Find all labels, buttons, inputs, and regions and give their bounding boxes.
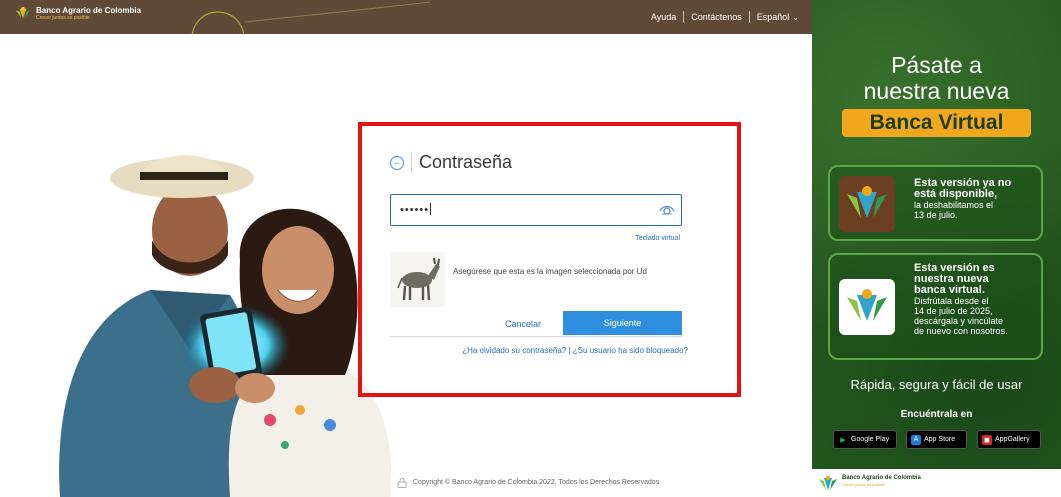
lock-icon <box>397 478 407 488</box>
page-title: Contraseña <box>419 152 513 172</box>
security-image-donkey <box>390 252 445 307</box>
brand-tagline: Crecer juntos es posible <box>36 15 90 21</box>
promo-brand-tagline: Crecer juntos es posible <box>842 482 885 487</box>
new-version-line4: Disfrútala desde el <box>914 296 989 306</box>
bank-logo-icon <box>847 186 887 218</box>
promo-find-label: Encuéntrala en <box>900 409 973 420</box>
new-version-line7: de nuevo con nosotros. <box>914 326 1008 336</box>
top-bar: Banco Agrario de Colombia Crecer juntos … <box>0 0 812 34</box>
copyright-text: Copyright © Banco Agrario de Colombia 20… <box>413 479 660 486</box>
new-version-line5: 14 de julio de 2025, <box>914 306 993 316</box>
old-app-icon <box>839 176 895 232</box>
promo-title: Pásate a nuestra nueva <box>812 52 1061 104</box>
login-card: ← Contraseña •••••• Teclado virtual Aseg… <box>388 148 688 368</box>
hero-photo <box>59 155 392 497</box>
link-separator: | <box>568 346 571 355</box>
promo-title-highlight: Banca Virtual <box>842 109 1031 137</box>
nav-divider <box>748 11 750 23</box>
app-store-label: App Store <box>924 436 956 443</box>
header-divider <box>411 152 412 173</box>
eye-icon[interactable] <box>659 203 675 217</box>
google-play-button[interactable]: ▶ Google Play <box>833 430 897 449</box>
footer: Copyright © Banco Agrario de Colombia 20… <box>397 477 659 488</box>
promo-footer-logo: Banco Agrario de Colombia Crecer juntos … <box>812 469 1061 497</box>
password-value[interactable]: •••••• <box>400 203 431 216</box>
language-selector[interactable]: Español ⌄ <box>757 12 799 22</box>
old-version-card: Esta versión ya no está disponible, la d… <box>828 165 1043 241</box>
security-image-row: Asegúrese que esta es la imagen seleccio… <box>390 252 682 308</box>
old-version-text: Esta versión ya no está disponible, la d… <box>914 178 1011 221</box>
old-version-line2: está disponible, <box>914 188 998 200</box>
bank-logo-icon <box>16 6 30 19</box>
security-image-caption: Asegúrese que esta es la imagen seleccio… <box>453 267 647 276</box>
card-header: ← Contraseña <box>390 152 512 173</box>
help-link[interactable]: Ayuda <box>651 12 676 22</box>
recovery-links: ¿Ha olvidado su contraseña? | ¿Su usuari… <box>462 346 688 355</box>
app-store-button[interactable]: A App Store <box>906 430 967 449</box>
old-version-line4: 13 de julio. <box>914 210 958 220</box>
forgot-password-link[interactable]: ¿Ha olvidado su contraseña? <box>462 346 566 355</box>
new-version-line6: descárgala y vincúlate <box>914 316 1004 326</box>
promo-title-line2: nuestra nueva <box>863 78 1010 104</box>
google-play-icon: ▶ <box>840 436 846 444</box>
app-gallery-button[interactable]: ◼ AppGallery <box>977 430 1041 449</box>
promo-tagline: Rápida, segura y fácil de usar <box>850 377 1023 392</box>
virtual-keyboard-link[interactable]: Teclado virtual <box>635 235 680 242</box>
app-gallery-label: AppGallery <box>995 436 1030 443</box>
promo-brand-name: Banco Agrario de Colombia <box>842 475 921 481</box>
app-gallery-icon: ◼ <box>982 434 992 445</box>
card-divider <box>390 336 682 337</box>
app-store-icon: A <box>911 434 921 445</box>
back-arrow-icon[interactable]: ← <box>390 155 404 170</box>
promo-banner[interactable]: Pásate a nuestra nueva Banca Virtual Est… <box>812 0 1061 497</box>
language-label: Español <box>756 12 790 22</box>
next-button[interactable]: Siguiente <box>563 311 682 335</box>
old-version-line3: la deshabilitamos el <box>914 200 994 210</box>
nav-divider <box>683 11 685 23</box>
new-version-line3: banca virtual. <box>914 284 985 296</box>
new-version-card: Esta versión es nuestra nueva banca virt… <box>828 253 1043 360</box>
bank-logo-icon <box>819 475 837 490</box>
promo-brand: Banco Agrario de Colombia Crecer juntos … <box>818 475 921 491</box>
password-field[interactable]: •••••• <box>390 194 682 226</box>
contact-link[interactable]: Contáctenos <box>691 12 742 22</box>
google-play-label: Google Play <box>851 436 890 443</box>
brand-name: Banco Agrario de Colombia <box>36 6 142 15</box>
brand-logo[interactable]: Banco Agrario de Colombia Crecer juntos … <box>14 6 141 21</box>
new-app-icon <box>839 279 895 335</box>
bank-logo-icon <box>847 289 887 321</box>
blocked-user-link[interactable]: ¿Su usuario ha sido bloqueado? <box>573 346 688 355</box>
chevron-down-icon: ⌄ <box>792 13 799 22</box>
promo-title-line1: Pásate a <box>891 52 982 78</box>
top-nav: Ayuda Contáctenos Español ⌄ <box>651 0 799 34</box>
new-version-text: Esta versión es nuestra nueva banca virt… <box>914 263 1008 337</box>
